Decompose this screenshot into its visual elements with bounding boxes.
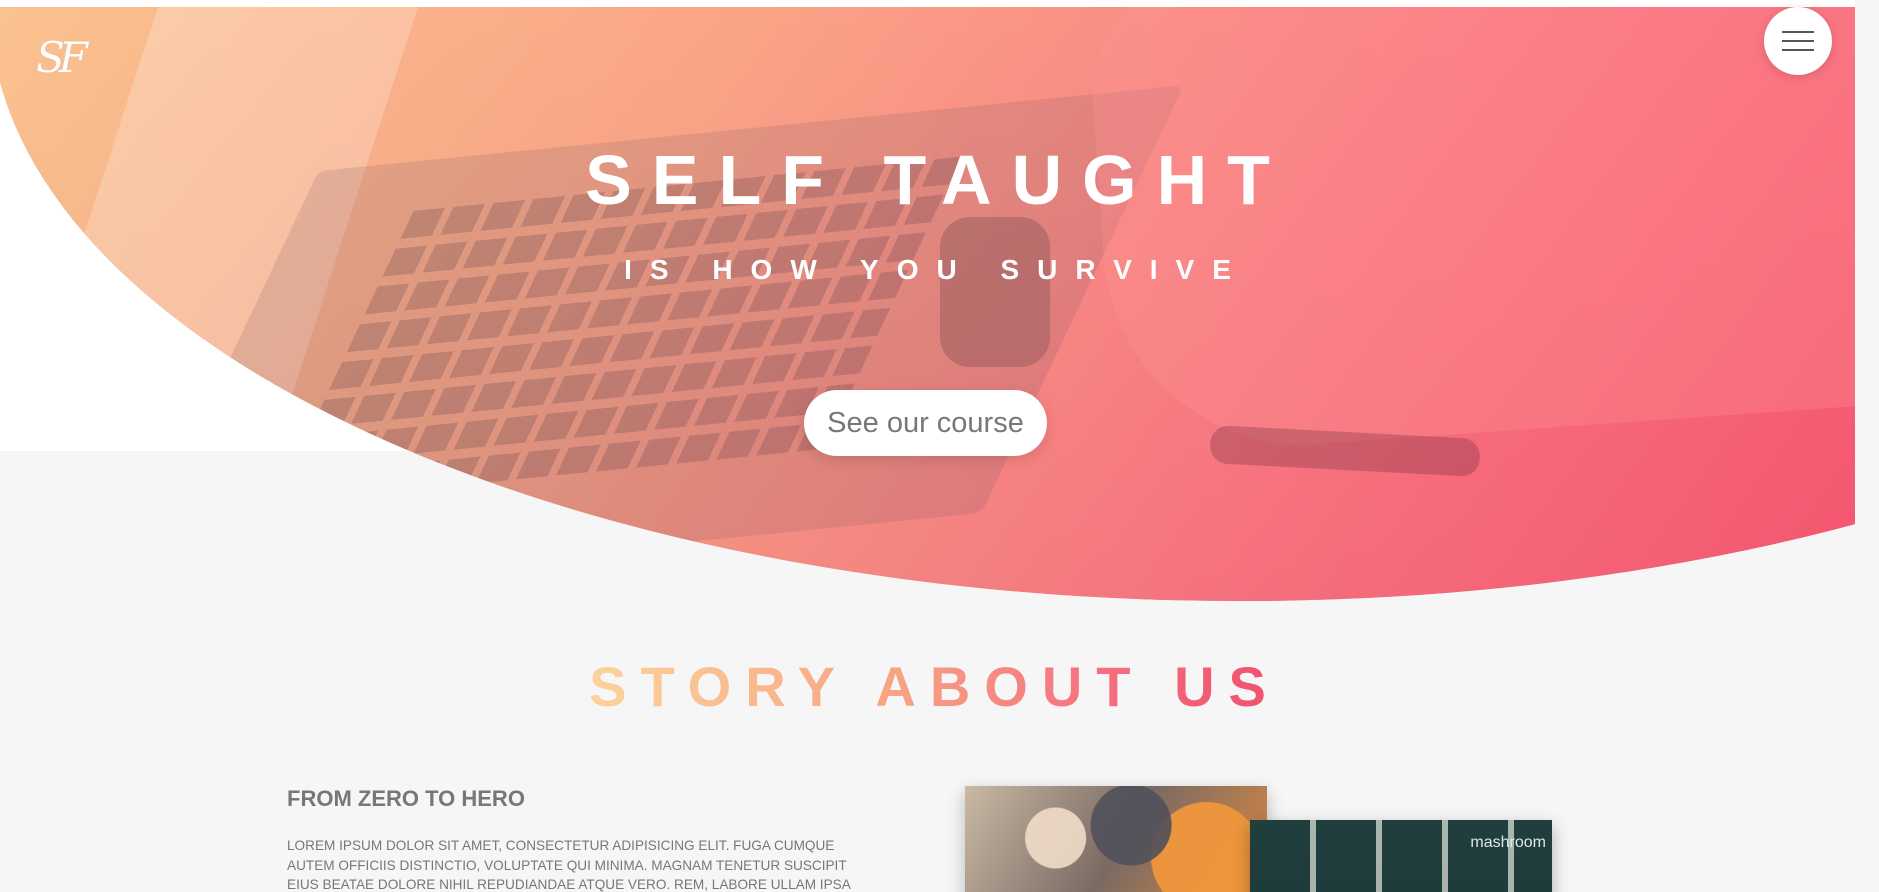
top-strip	[0, 0, 1855, 7]
logo[interactable]: SF	[36, 32, 96, 84]
about-body-text: Lorem ipsum dolor sit amet, consectetur …	[287, 838, 851, 892]
menu-button[interactable]	[1764, 7, 1832, 75]
about-heading: FROM ZERO TO HERO	[287, 786, 525, 811]
story-title-text: STORY ABOUT US	[589, 655, 1280, 718]
photo-sign-text: mashroom	[1470, 834, 1546, 851]
hero-subtitle: IS HOW YOU SURVIVE	[624, 254, 1249, 285]
see-course-button[interactable]: See our course	[804, 390, 1047, 456]
page: SF SELF TAUGHT IS HOW YOU SURVIVE See ou…	[0, 0, 1855, 892]
hero-sleeve	[1084, 7, 1855, 458]
page-right-gutter	[1855, 0, 1879, 892]
hero-watch	[940, 217, 1050, 367]
hamburger-icon	[1782, 31, 1814, 51]
team-photo-2: mashroom	[1250, 820, 1552, 892]
story-section-title: STORY ABOUT US	[0, 654, 1855, 719]
team-photo-1	[965, 786, 1267, 892]
hero-title: SELF TAUGHT	[585, 141, 1290, 219]
hero-section	[0, 7, 1855, 601]
